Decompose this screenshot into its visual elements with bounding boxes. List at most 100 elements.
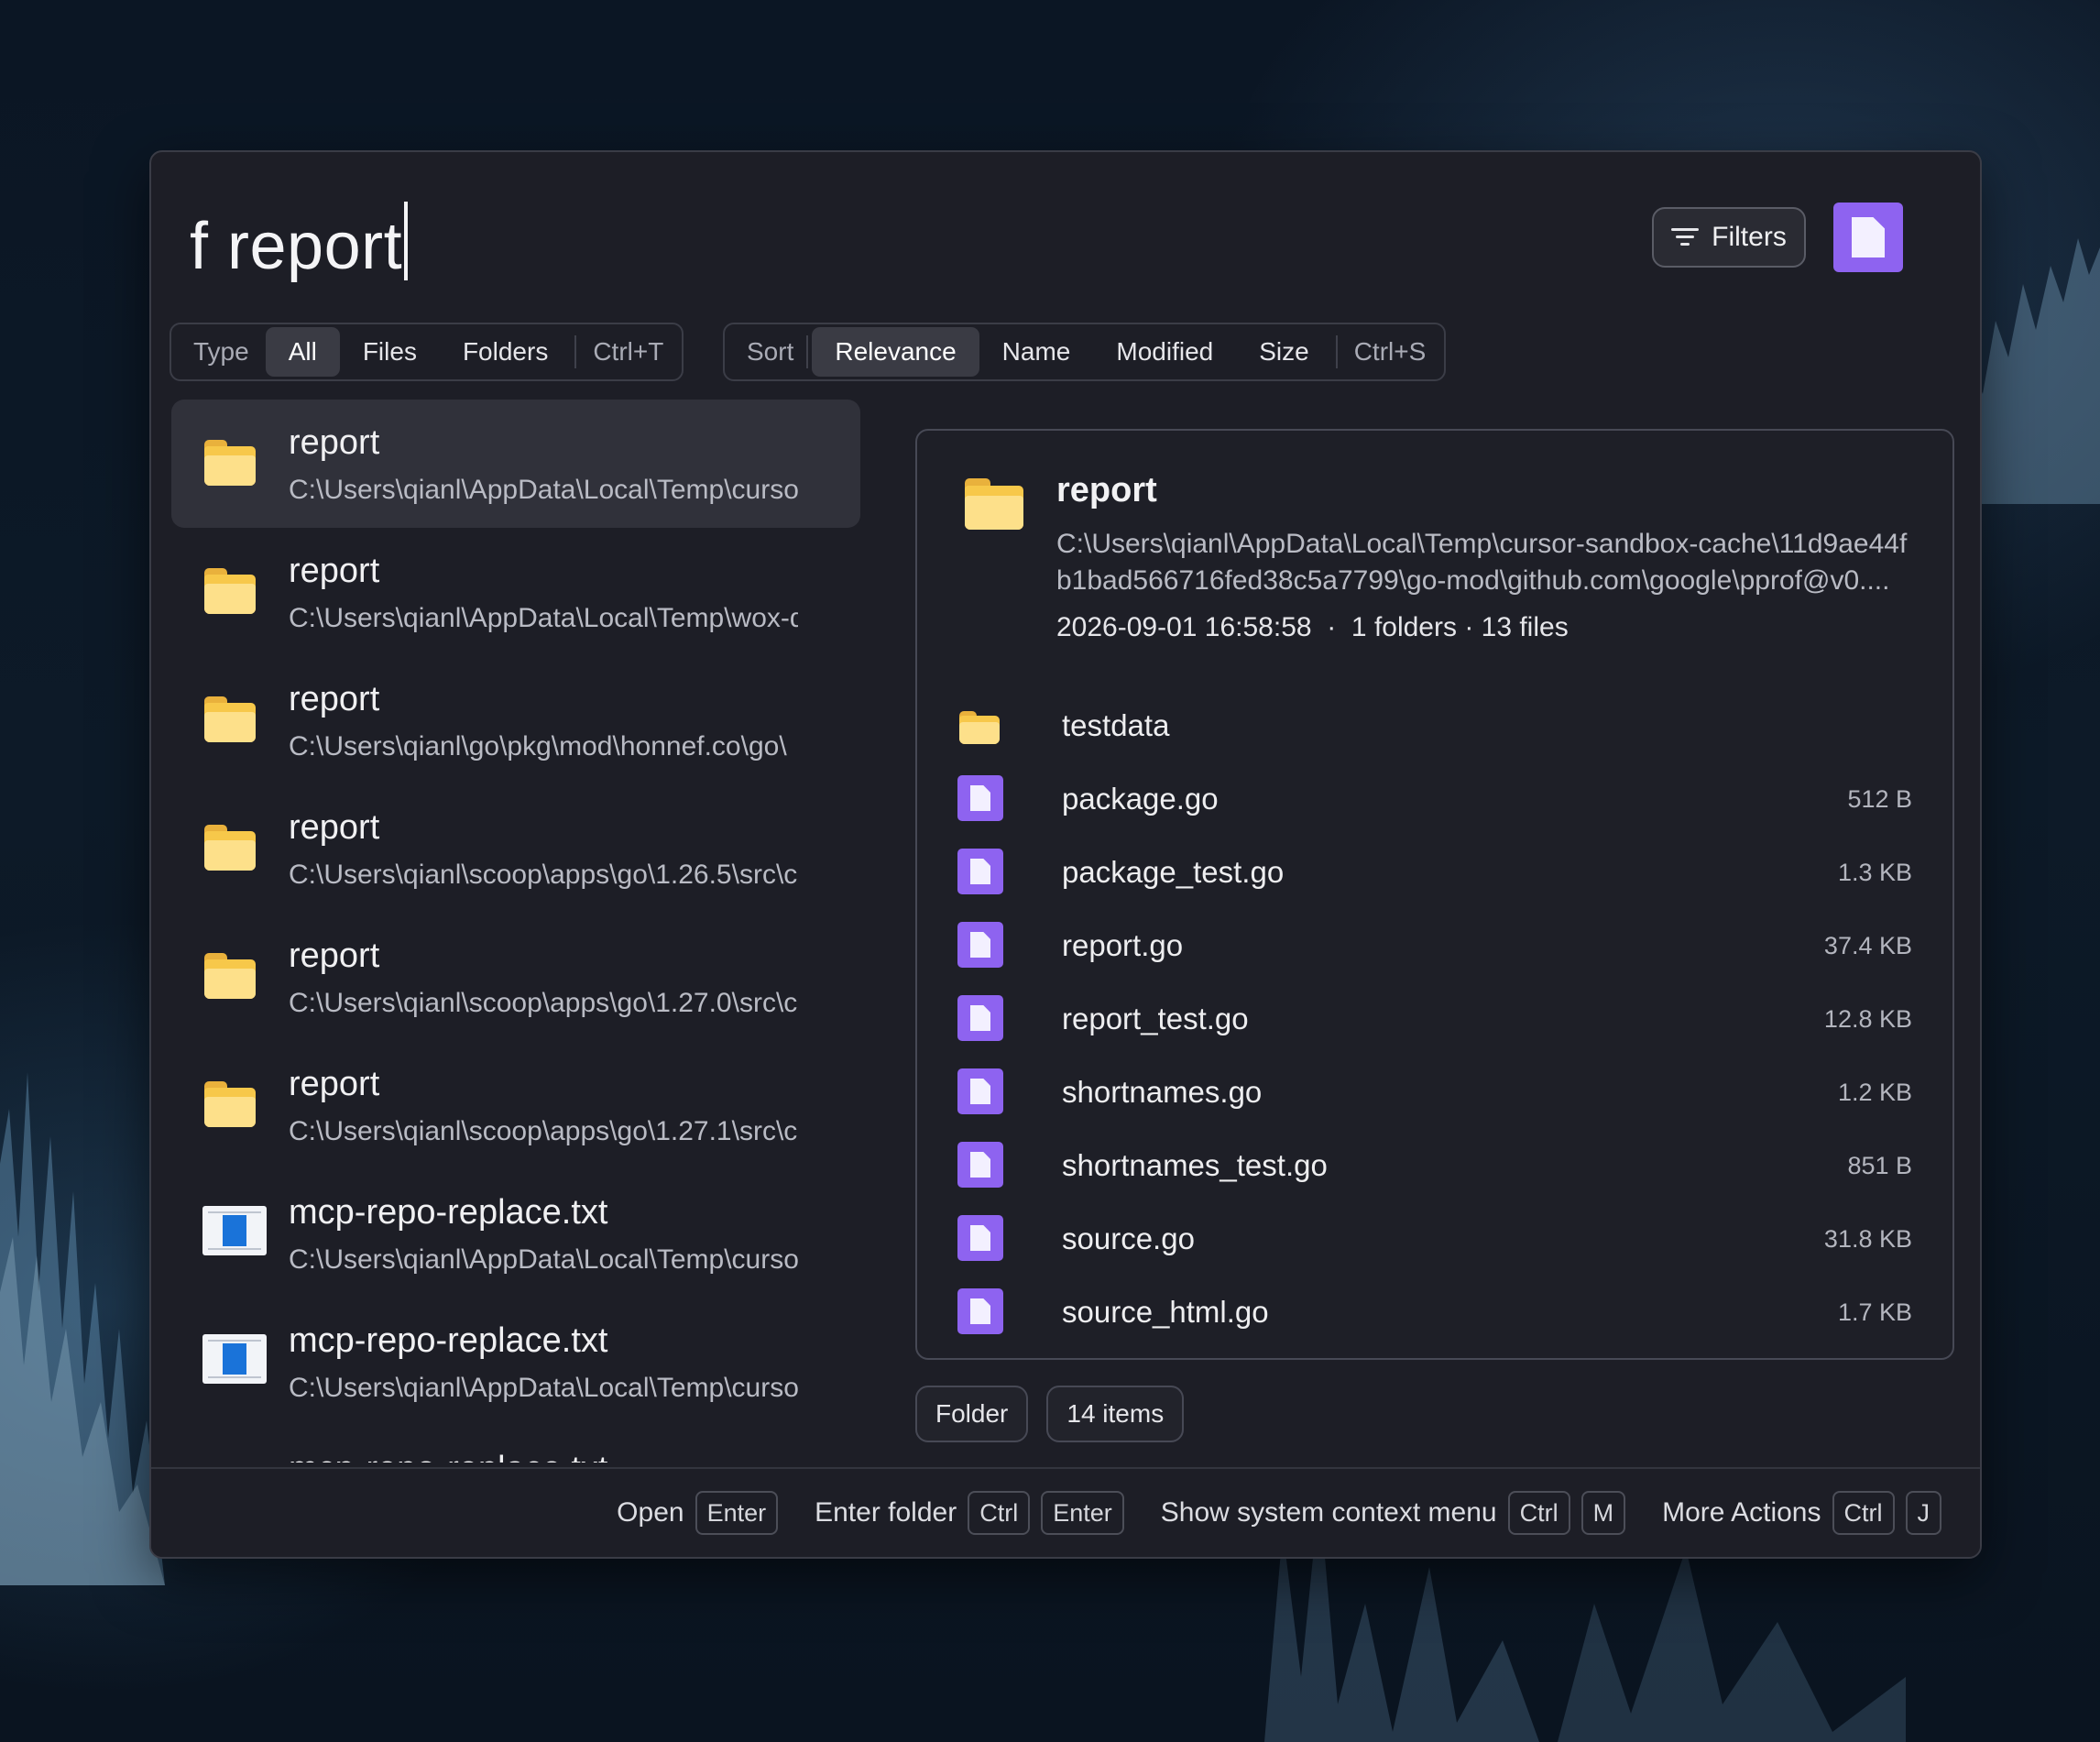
preview-entry[interactable]: shortnames.go 1.2 KB [957, 1067, 1912, 1118]
folder-icon [204, 568, 256, 614]
result-title: report [289, 937, 380, 975]
preview-entry[interactable]: report.go 37.4 KB [957, 920, 1912, 971]
file-icon [957, 849, 1003, 894]
file-icon [957, 922, 1003, 968]
result-item[interactable]: report C:\Users\qianl\scoop\apps\go\1.27… [171, 1041, 860, 1169]
divider [806, 335, 809, 368]
preview-entry[interactable]: source.go 31.8 KB [957, 1213, 1912, 1265]
result-item[interactable]: report C:\Users\qianl\scoop\apps\go\1.27… [171, 913, 860, 1041]
key-hint: Ctrl [1832, 1491, 1895, 1535]
result-item[interactable]: report C:\Users\qianl\AppData\Local\Temp… [171, 400, 860, 528]
action-open[interactable]: Open Enter [617, 1491, 779, 1535]
key-hint: Ctrl [1507, 1491, 1570, 1535]
sort-option-modified[interactable]: Modified [1093, 327, 1236, 377]
action-more-actions[interactable]: More Actions Ctrl J [1662, 1491, 1941, 1535]
type-option-folders[interactable]: Folders [440, 327, 571, 377]
result-title: mcp-repo-replace.txt [289, 1193, 608, 1232]
preview-tags: Folder 14 items [915, 1386, 1185, 1442]
file-icon [957, 775, 1003, 821]
entry-name: shortnames.go [1062, 1075, 1263, 1109]
result-path: C:\Users\qianl\scoop\apps\go\1.27.0\src\… [289, 988, 798, 1018]
result-item[interactable]: mcp-repo-replace.txt [171, 1426, 860, 1463]
result-path: C:\Users\qianl\go\pkg\mod\honnef.co\go\ [289, 731, 787, 761]
result-item[interactable]: mcp-repo-replace.txt C:\Users\qianl\AppD… [171, 1298, 860, 1426]
entry-size: 1.2 KB [1837, 1078, 1912, 1106]
sort-option-size[interactable]: Size [1236, 327, 1331, 377]
file-icon [957, 1142, 1003, 1188]
type-option-all[interactable]: All [265, 327, 340, 377]
text-file-icon [202, 1206, 267, 1255]
action-label: Enter folder [815, 1497, 957, 1528]
type-filter-shortcut: Ctrl+T [593, 337, 664, 366]
tag-item-count: 14 items [1046, 1386, 1185, 1442]
document-icon[interactable] [1833, 203, 1903, 272]
filters-label: Filters [1712, 222, 1787, 252]
entry-name: package_test.go [1062, 855, 1285, 889]
result-title: report [289, 423, 380, 462]
folder-icon [204, 1081, 256, 1127]
result-item[interactable]: mcp-repo-replace.txt C:\Users\qianl\AppD… [171, 1169, 860, 1298]
type-filter-label: Type [193, 337, 249, 366]
search-input[interactable]: f report [190, 209, 402, 284]
type-option-files[interactable]: Files [340, 327, 440, 377]
preview-entry[interactable]: package.go 512 B [957, 773, 1912, 825]
results-list[interactable]: report C:\Users\qianl\AppData\Local\Temp… [171, 400, 864, 1463]
entry-size: 37.4 KB [1823, 931, 1912, 959]
result-item[interactable]: report C:\Users\qianl\AppData\Local\Temp… [171, 528, 860, 656]
filters-button[interactable]: Filters [1652, 207, 1806, 268]
preview-title: report [1056, 471, 1157, 509]
result-title: report [289, 808, 380, 847]
preview-panel: report C:\Users\qianl\AppData\Local\Temp… [915, 429, 1954, 1360]
preview-path-line: C:\Users\qianl\AppData\Local\Temp\cursor… [1056, 529, 1908, 559]
action-system-context-menu[interactable]: Show system context menu Ctrl M [1160, 1491, 1626, 1535]
preview-entry[interactable]: package_test.go 1.3 KB [957, 847, 1912, 898]
preview-counts: 1 folders · 13 files [1351, 612, 1569, 642]
sort-filter-group: Sort Relevance Name Modified Size Ctrl+S [723, 323, 1447, 381]
text-caret [404, 202, 409, 280]
background-waveform [1972, 238, 2100, 504]
preview-entry[interactable]: shortnames_test.go 851 B [957, 1140, 1912, 1191]
preview-entry[interactable]: testdata [957, 700, 1912, 751]
folder-icon [204, 953, 256, 999]
action-label: More Actions [1662, 1497, 1821, 1528]
meta-separator: · [1327, 612, 1337, 642]
divider [1335, 335, 1338, 368]
file-icon [957, 1068, 1003, 1114]
folder-icon [959, 711, 1000, 744]
result-path: C:\Users\qianl\scoop\apps\go\1.27.1\src\… [289, 1116, 798, 1146]
entry-name: source.go [1062, 1222, 1195, 1255]
key-hint: Ctrl [968, 1491, 1031, 1535]
result-item[interactable]: report C:\Users\qianl\go\pkg\mod\honnef.… [171, 656, 860, 784]
result-title: mcp-repo-replace.txt [289, 1321, 608, 1360]
entry-name: package.go [1062, 782, 1219, 816]
filter-icon [1671, 226, 1700, 248]
result-path: C:\Users\qianl\AppData\Local\Temp\cursor [289, 1373, 798, 1403]
file-icon [957, 1215, 1003, 1261]
type-filter-group: Type All Files Folders Ctrl+T [170, 323, 684, 381]
background-waveform [0, 1072, 165, 1585]
preview-entry[interactable]: source_html.go 1.7 KB [957, 1287, 1912, 1338]
entry-size: 1.3 KB [1837, 858, 1912, 886]
action-bar: Open Enter Enter folder Ctrl Enter Show … [151, 1467, 1980, 1557]
action-label: Show system context menu [1160, 1497, 1497, 1528]
entry-name: report_test.go [1062, 1002, 1249, 1035]
file-icon [957, 1288, 1003, 1334]
result-title: report [289, 680, 380, 718]
key-hint: M [1580, 1491, 1626, 1535]
text-file-icon [202, 1334, 267, 1384]
action-enter-folder[interactable]: Enter folder Ctrl Enter [815, 1491, 1124, 1535]
sort-option-relevance[interactable]: Relevance [812, 327, 979, 377]
preview-modified: 2026-09-01 16:58:58 [1056, 612, 1312, 642]
file-icon [957, 995, 1003, 1041]
folder-icon [204, 696, 256, 742]
tag-type: Folder [915, 1386, 1029, 1442]
result-item[interactable]: report C:\Users\qianl\scoop\apps\go\1.26… [171, 784, 860, 913]
sort-option-name[interactable]: Name [979, 327, 1094, 377]
result-path: C:\Users\qianl\AppData\Local\Temp\cursor [289, 1244, 798, 1275]
entry-size: 12.8 KB [1823, 1004, 1912, 1033]
entry-name: shortnames_test.go [1062, 1148, 1328, 1182]
result-title: report [289, 1065, 380, 1103]
entry-size: 512 B [1847, 784, 1912, 813]
folder-icon [965, 478, 1023, 530]
preview-entry[interactable]: report_test.go 12.8 KB [957, 993, 1912, 1045]
